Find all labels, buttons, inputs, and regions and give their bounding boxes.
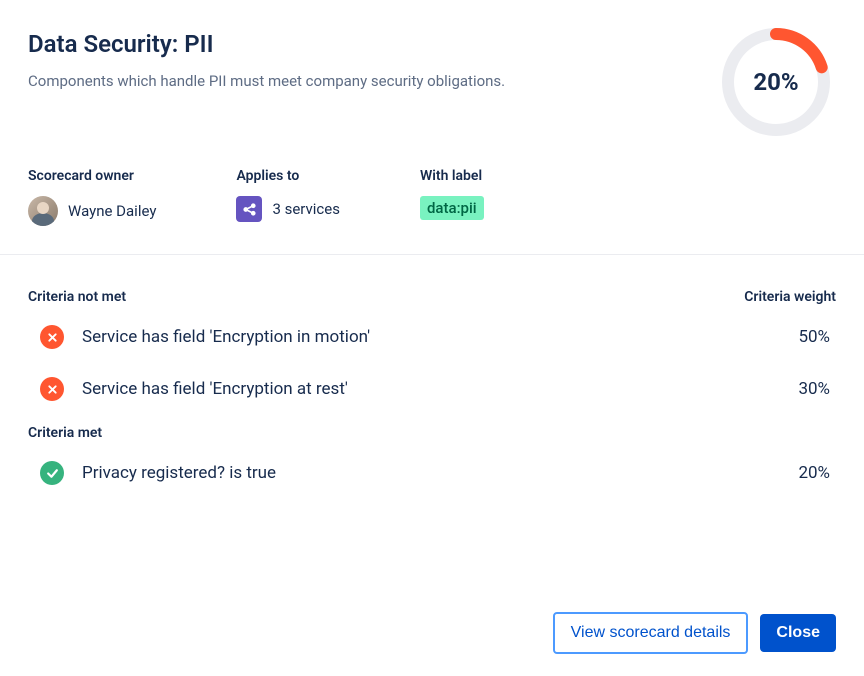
- owner-name[interactable]: Wayne Dailey: [68, 202, 156, 220]
- progress-ring: 20%: [720, 26, 832, 138]
- page-title: Data Security: PII: [28, 30, 720, 58]
- applies-to-text[interactable]: 3 services: [272, 200, 340, 218]
- applies-to-label: Applies to: [236, 168, 340, 184]
- criteria-text: Privacy registered? is true: [82, 463, 798, 483]
- owner-label: Scorecard owner: [28, 168, 156, 184]
- close-button[interactable]: Close: [760, 614, 836, 652]
- criteria-text: Service has field 'Encryption at rest': [82, 379, 798, 399]
- criteria-text: Service has field 'Encryption in motion': [82, 327, 798, 347]
- criteria-not-met-header: Criteria not met: [28, 289, 126, 305]
- criteria-met-header: Criteria met: [28, 425, 836, 441]
- cross-icon: [40, 377, 64, 401]
- check-icon: [40, 461, 64, 485]
- view-scorecard-details-button[interactable]: View scorecard details: [553, 612, 749, 654]
- criteria-weight: 20%: [798, 463, 836, 483]
- avatar[interactable]: [28, 196, 58, 226]
- with-label-label: With label: [420, 168, 484, 184]
- criteria-row: Service has field 'Encryption in motion'…: [28, 311, 836, 363]
- criteria-weight-header: Criteria weight: [744, 289, 836, 305]
- progress-percent: 20%: [720, 26, 832, 138]
- criteria-row: Service has field 'Encryption at rest'30…: [28, 363, 836, 415]
- share-icon: [236, 196, 262, 222]
- criteria-weight: 50%: [798, 327, 836, 347]
- cross-icon: [40, 325, 64, 349]
- page-subtitle: Components which handle PII must meet co…: [28, 72, 720, 90]
- criteria-weight: 30%: [798, 379, 836, 399]
- divider: [0, 254, 864, 255]
- label-chip[interactable]: data:pii: [420, 196, 484, 220]
- criteria-row: Privacy registered? is true20%: [28, 447, 836, 499]
